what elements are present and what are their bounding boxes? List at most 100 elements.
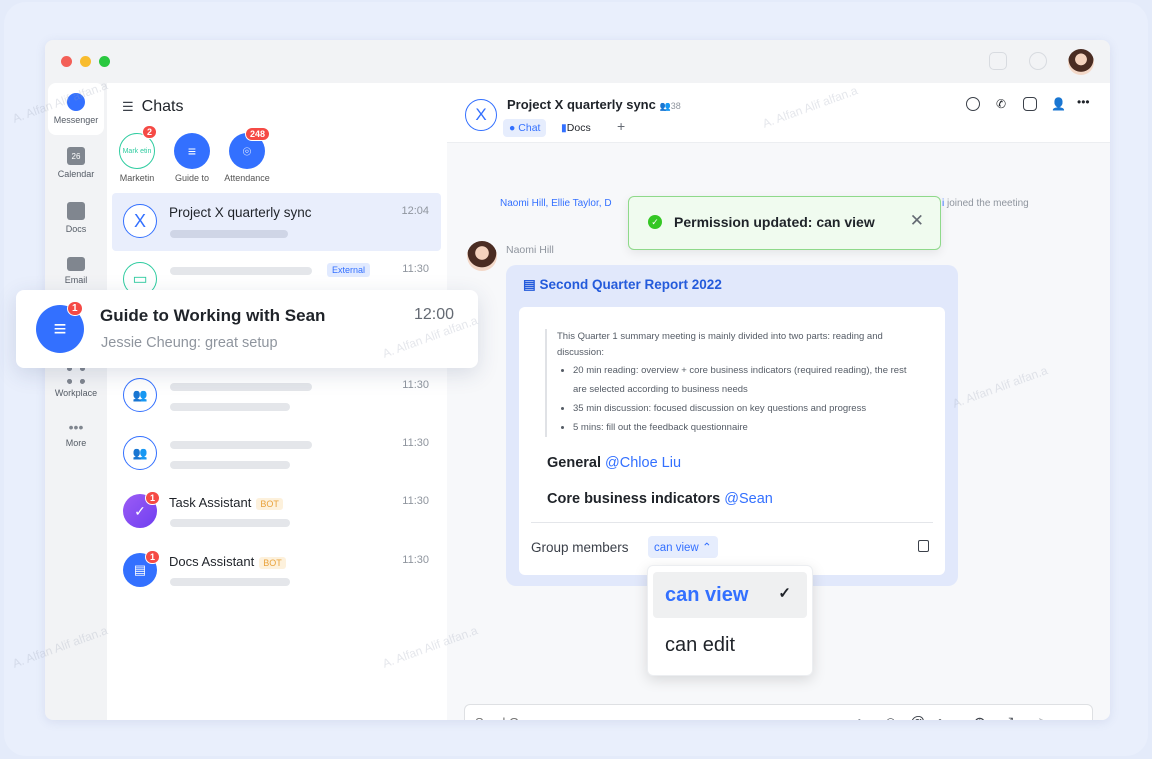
help-icon[interactable] [1029, 52, 1047, 70]
message-input[interactable] [475, 715, 835, 720]
divider [531, 522, 933, 523]
title-placeholder [170, 267, 312, 275]
doc-lines-icon: ≡ [174, 133, 210, 169]
doc-bullet: 35 min discussion: focused discussion on… [573, 399, 917, 418]
calendar-icon[interactable] [1023, 97, 1037, 111]
chat-title: Guide to Working with Sean [100, 306, 326, 325]
option-can-edit[interactable]: can edit [665, 634, 735, 657]
rail-messenger[interactable]: Messenger [48, 83, 104, 135]
rail-workplace[interactable]: Workplace [48, 366, 104, 398]
message-composer[interactable]: Aa ☺ @ ✂ ⊕ ⤢ ➤ [464, 704, 1093, 720]
tab-label: Docs [566, 122, 591, 134]
rail-calendar[interactable]: 26 Calendar [48, 147, 104, 179]
join-text: joined the meeting [947, 198, 1029, 209]
mention-link[interactable]: @Sean [724, 491, 773, 507]
member-link[interactable]: Naomi Hill, [500, 198, 548, 209]
rail-email[interactable]: Email [48, 257, 104, 285]
preview-placeholder [170, 519, 290, 527]
title-placeholder [170, 383, 312, 391]
unread-badge: 2 [141, 125, 157, 139]
doc-icon: ▤ [523, 277, 540, 292]
core-label: Core business indicators [547, 491, 721, 507]
permission-value: can view [654, 542, 699, 554]
emoji-icon[interactable]: ☺ [883, 714, 898, 720]
member-link[interactable]: Ellie Taylor, [551, 198, 601, 209]
add-icon[interactable]: ⊕ [973, 713, 986, 720]
rail-more[interactable]: ••• More [48, 420, 104, 448]
member-link[interactable]: D [604, 198, 611, 209]
tab-chat[interactable]: ● Chat [503, 119, 547, 137]
mention-link[interactable]: @Chloe Liu [605, 455, 681, 471]
doc-quote: This Quarter 1 summary meeting is mainly… [545, 329, 917, 437]
add-member-icon[interactable]: 👤 [1051, 97, 1066, 111]
more-icon[interactable]: ••• [1077, 96, 1091, 111]
send-icon[interactable]: ➤ [1037, 713, 1050, 720]
chat-row-group[interactable]: 👥 11:30 [112, 425, 441, 483]
pinned-guide[interactable]: ≡ Guide to [174, 133, 210, 183]
preview-placeholder [170, 578, 290, 586]
tab-docs[interactable]: ▮Docs [561, 122, 591, 134]
chat-title: Project X quarterly sync 👥38 [507, 97, 681, 112]
join-notice: Naomi Hill, Ellie Taylor, D i joined the… [500, 198, 1029, 209]
chat-title: Project X quarterly sync [169, 205, 312, 220]
rail-label: Calendar [57, 169, 95, 179]
add-tab-button[interactable]: + [617, 118, 625, 134]
unread-badge: 1 [67, 301, 83, 316]
general-label: General [547, 455, 601, 471]
search-icon[interactable] [966, 97, 980, 111]
maximize-window-button[interactable] [99, 56, 110, 67]
pinned-attendance[interactable]: ⌾ 248 Attendance [224, 127, 271, 183]
chats-title: Chats [141, 98, 184, 115]
highlighted-chat-card[interactable]: ≡ 1 Guide to Working with Sean Jessie Ch… [16, 290, 478, 368]
unread-badge: 1 [145, 491, 161, 505]
user-avatar[interactable] [1068, 49, 1094, 75]
pinned-label: Guide to [174, 173, 210, 183]
chat-time: 11:30 [402, 495, 429, 507]
group-members-label: Group members [531, 540, 629, 555]
doc-title-text: Second Quarter Report 2022 [539, 277, 722, 292]
close-window-button[interactable] [61, 56, 72, 67]
sender-avatar[interactable] [467, 241, 497, 271]
option-can-view[interactable]: can view ✓ [653, 572, 807, 618]
doc-title[interactable]: ▤ Second Quarter Report 2022 [523, 277, 722, 293]
expand-icon[interactable]: ⤢ [1002, 714, 1013, 720]
chat-row-task-assistant[interactable]: ✓ 1 Task Assistant BOT 11:30 [112, 483, 441, 541]
apps-icon[interactable] [989, 52, 1007, 70]
close-toast-icon[interactable]: ✕ [910, 211, 924, 231]
workplace-icon [67, 366, 85, 384]
rail-label: Email [64, 275, 88, 285]
pinned-marketin[interactable]: Mark etin 2 Marketin [119, 125, 157, 183]
chat-row-project-x[interactable]: X Project X quarterly sync 12:04 [112, 193, 441, 251]
preview-placeholder [170, 403, 290, 411]
bot-tag: BOT [259, 557, 286, 569]
success-check-icon: ✓ [648, 215, 662, 229]
collapse-icon[interactable]: ☰ [122, 99, 134, 115]
member-link[interactable]: i [942, 198, 944, 209]
preview-placeholder [170, 230, 288, 238]
bot-tag: BOT [256, 498, 283, 510]
member-count[interactable]: 👥38 [659, 101, 680, 111]
mention-icon[interactable]: @ [910, 714, 925, 720]
chat-list-panel: ☰ Chats Mark etin 2 Marketin ≡ Guide to ⌾… [107, 83, 447, 720]
chat-row-docs-assistant[interactable]: ▤ 1 Docs Assistant BOT 11:30 [112, 542, 441, 600]
chat-row-group[interactable]: 👥 11:30 [112, 367, 441, 425]
rail-docs[interactable]: Docs [48, 202, 104, 234]
copy-icon[interactable] [918, 540, 929, 552]
title-placeholder [170, 441, 312, 449]
pinned-label: Attendance [224, 173, 270, 183]
call-icon[interactable]: ✆ [996, 97, 1010, 111]
screenshot-icon[interactable]: ✂ [938, 714, 951, 720]
unread-badge: 248 [245, 127, 271, 141]
text-format-icon[interactable]: Aa [855, 716, 871, 720]
docs-icon [67, 202, 85, 220]
messenger-icon [67, 93, 85, 111]
toast-notification: ✓ Permission updated: can view ✕ [628, 196, 941, 250]
external-tag: External [327, 263, 371, 277]
doc-card[interactable]: ▤ Second Quarter Report 2022 This Quarte… [506, 265, 958, 586]
minimize-window-button[interactable] [80, 56, 91, 67]
rail-label: Docs [65, 224, 87, 234]
email-icon [67, 257, 85, 271]
chat-time: 11:30 [402, 379, 429, 391]
member-count-value: 38 [670, 101, 681, 111]
permission-dropdown[interactable]: can view ⌃ [648, 536, 718, 558]
